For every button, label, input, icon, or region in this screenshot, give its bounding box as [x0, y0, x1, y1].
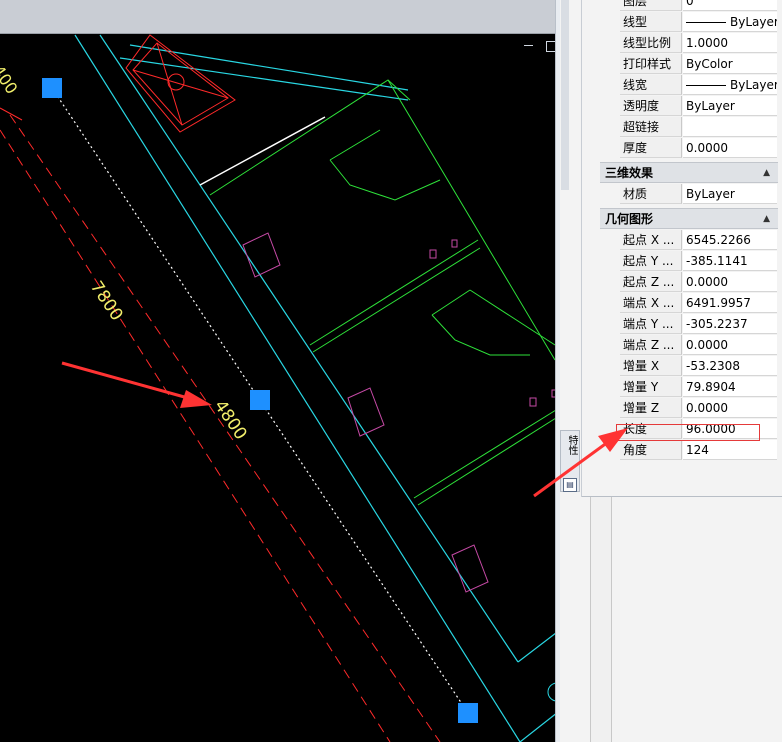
prop-row-start-z[interactable]: 起点 Z ... 0.0000: [620, 272, 777, 293]
dim-label-400: 400: [0, 62, 22, 98]
prop-row-linetype-scale[interactable]: 线型比例 1.0000: [620, 33, 777, 54]
prop-row-thickness[interactable]: 厚度 0.0000: [620, 138, 777, 159]
panel-border: [581, 0, 582, 497]
window-titlebar: [0, 0, 558, 34]
green-room-lines: [209, 79, 557, 506]
prop-row-end-x[interactable]: 端点 X ... 6491.9957: [620, 293, 777, 314]
dimension-tick: [0, 107, 23, 121]
prop-row-start-y[interactable]: 起点 Y ... -385.1141: [620, 251, 777, 272]
panel-scrollbar[interactable]: [561, 0, 569, 190]
prop-row-end-y[interactable]: 端点 Y ... -305.2237: [620, 314, 777, 335]
prop-row-transparency[interactable]: 透明度 ByLayer: [620, 96, 777, 117]
prop-row-delta-x[interactable]: 增量 X -53.2308: [620, 356, 777, 377]
section-3d-effects[interactable]: 三维效果 ▲: [600, 162, 778, 183]
grip-start[interactable]: [42, 78, 62, 98]
annotation-arrow-left: [61, 361, 212, 408]
cad-drawing: 7800 4800 400: [0, 34, 587, 742]
grip-end[interactable]: [458, 703, 478, 723]
magenta-symbols: [242, 232, 558, 593]
section-geometry[interactable]: 几何图形 ▲: [600, 208, 778, 229]
prop-row-hyperlink[interactable]: 超链接: [620, 117, 777, 138]
prop-row-angle[interactable]: 角度 124: [620, 440, 777, 461]
drawing-canvas[interactable]: 7800 4800 400: [0, 0, 590, 742]
prop-row-end-z[interactable]: 端点 Z ... 0.0000: [620, 335, 777, 356]
dim-label-7800: 7800: [86, 278, 127, 325]
properties-icon[interactable]: ▤: [563, 478, 577, 492]
panel-gutter: [590, 496, 612, 742]
prop-row-delta-z[interactable]: 增量 Z 0.0000: [620, 398, 777, 419]
vertical-tab-label: 特性: [566, 435, 577, 455]
red-dimension-lines: [0, 114, 441, 742]
white-wall-line: [199, 116, 326, 186]
length-highlight-box: [616, 424, 760, 441]
prop-row-plot-style[interactable]: 打印样式 ByColor: [620, 54, 777, 75]
dim-label-4800: 4800: [210, 397, 251, 444]
line-sample-icon: [686, 22, 726, 23]
prop-row-lineweight[interactable]: 线宽 ByLayer: [620, 75, 777, 96]
manhole-symbol: [125, 34, 236, 133]
line-sample-icon: [686, 85, 726, 86]
collapse-icon[interactable]: ▲: [763, 209, 770, 230]
grip-mid[interactable]: [250, 390, 270, 410]
prop-row-material[interactable]: 材质 ByLayer: [620, 184, 777, 205]
minimize-icon[interactable]: [524, 45, 533, 46]
collapse-icon[interactable]: ▲: [763, 163, 770, 184]
prop-row-linetype[interactable]: 线型 ByLayer: [620, 12, 777, 33]
prop-row-start-x[interactable]: 起点 X ... 6545.2266: [620, 230, 777, 251]
panel-bottom-border: [582, 496, 782, 497]
prop-row-layer[interactable]: 图层 0: [620, 0, 777, 12]
prop-row-delta-y[interactable]: 增量 Y 79.8904: [620, 377, 777, 398]
